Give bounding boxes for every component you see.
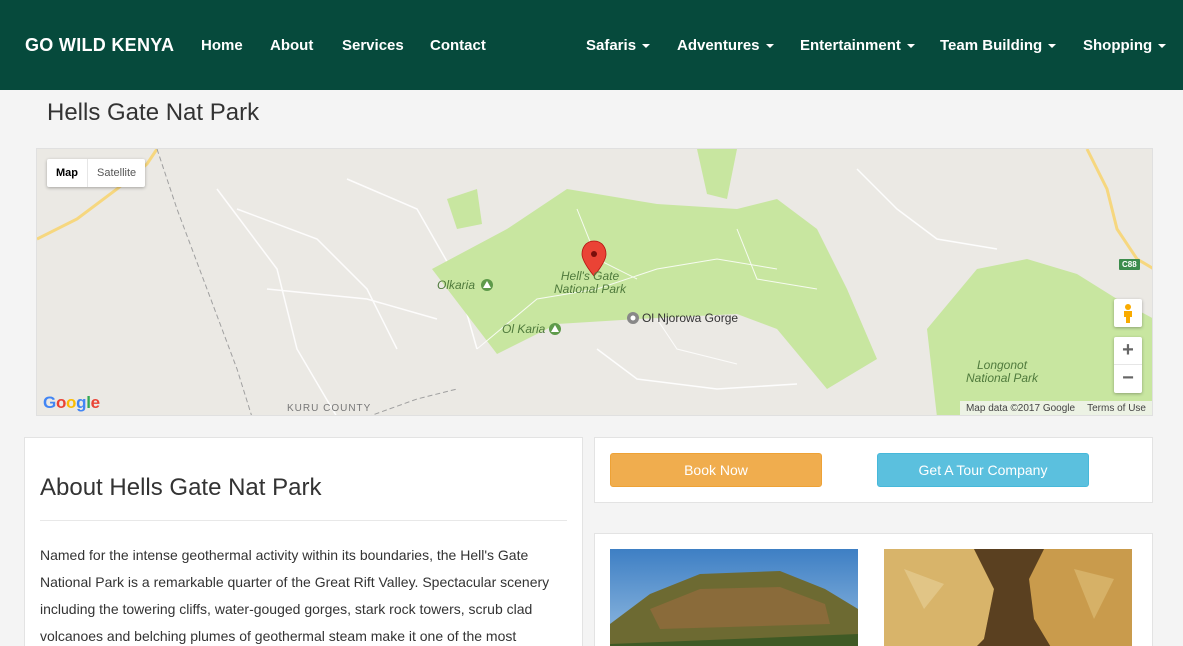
caret-down-icon [765, 44, 774, 49]
about-description: Named for the intense geothermal activit… [40, 542, 568, 646]
nav-contact-link[interactable]: Contact [430, 37, 486, 54]
about-text-line: including the towering cliffs, water-gou… [40, 601, 533, 617]
top-navbar: GO WILD KENYA Home About Services Contac… [0, 0, 1183, 90]
gallery-image-gorge[interactable] [884, 549, 1132, 646]
cliff-photo [610, 549, 858, 646]
google-map[interactable]: Hell's Gate National Park Olkaria Ol Kar… [36, 148, 1153, 416]
nav-safaris-dropdown[interactable]: Safaris [586, 37, 651, 54]
gallery-image-cliff[interactable] [610, 549, 858, 646]
nav-home-link[interactable]: Home [201, 37, 243, 54]
about-panel: About Hells Gate Nat Park Named for the … [24, 437, 583, 646]
gorge-photo [884, 549, 1132, 646]
road-badge: C88 [1119, 259, 1140, 270]
page-title: Hells Gate Nat Park [47, 99, 260, 126]
street-view-pegman[interactable] [1114, 299, 1142, 327]
map-data-credit: Map data ©2017 Google [965, 402, 1076, 414]
brand-logo[interactable]: GO WILD KENYA [25, 35, 174, 56]
about-text-line: Named for the intense geothermal activit… [40, 547, 529, 563]
caret-down-icon [906, 44, 915, 49]
get-tour-company-button[interactable]: Get A Tour Company [877, 453, 1089, 487]
map-type-satellite-button[interactable]: Satellite [88, 159, 145, 187]
zoom-in-button[interactable]: + [1114, 337, 1142, 365]
zoom-out-button[interactable]: − [1114, 365, 1142, 393]
nav-shopping-dropdown[interactable]: Shopping [1083, 37, 1167, 54]
caret-down-icon [642, 44, 651, 49]
nav-team-building-dropdown[interactable]: Team Building [940, 37, 1057, 54]
booking-panel: Book Now Get A Tour Company [594, 437, 1153, 503]
zoom-control: + − [1114, 337, 1142, 393]
book-now-button[interactable]: Book Now [610, 453, 822, 487]
map-label-olkaria: Olkaria [437, 278, 476, 292]
divider [40, 520, 567, 521]
pegman-icon [1124, 304, 1132, 323]
about-text-line: volcanoes and belching plumes of geother… [40, 628, 517, 644]
gallery-panel [594, 533, 1153, 646]
about-heading: About Hells Gate Nat Park [40, 474, 322, 501]
map-label-line: National Park [966, 371, 1039, 385]
google-logo[interactable]: Google [43, 393, 100, 413]
caret-down-icon [1158, 44, 1167, 49]
caret-down-icon [1048, 44, 1057, 49]
map-label-county: KURU COUNTY [287, 403, 372, 414]
map-label-hells-gate: Hell's Gate National Park [554, 270, 626, 296]
nav-adventures-dropdown[interactable]: Adventures [677, 37, 774, 54]
map-label-line: National Park [554, 282, 627, 296]
map-attribution: Map data ©2017 Google Terms of Use [959, 401, 1152, 415]
terms-of-use-link[interactable]: Terms of Use [1081, 403, 1152, 414]
nav-safaris-label: Safaris [586, 37, 637, 54]
map-type-control: Map Satellite [47, 159, 146, 187]
nav-team-building-label: Team Building [940, 37, 1043, 54]
map-type-map-button[interactable]: Map [47, 159, 88, 187]
map-label-ol-njorowa-gorge: Ol Njorowa Gorge [642, 311, 739, 325]
map-label-longonot: Longonot National Park [966, 359, 1038, 385]
nav-services-link[interactable]: Services [342, 37, 404, 54]
nav-adventures-label: Adventures [677, 37, 760, 54]
about-text-line: National Park is a remarkable quarter of… [40, 574, 550, 590]
map-label-ol-karia: Ol Karia [502, 322, 546, 336]
nav-about-link[interactable]: About [270, 37, 313, 54]
nav-shopping-label: Shopping [1083, 37, 1153, 54]
nav-entertainment-dropdown[interactable]: Entertainment [800, 37, 915, 54]
nav-entertainment-label: Entertainment [800, 37, 901, 54]
